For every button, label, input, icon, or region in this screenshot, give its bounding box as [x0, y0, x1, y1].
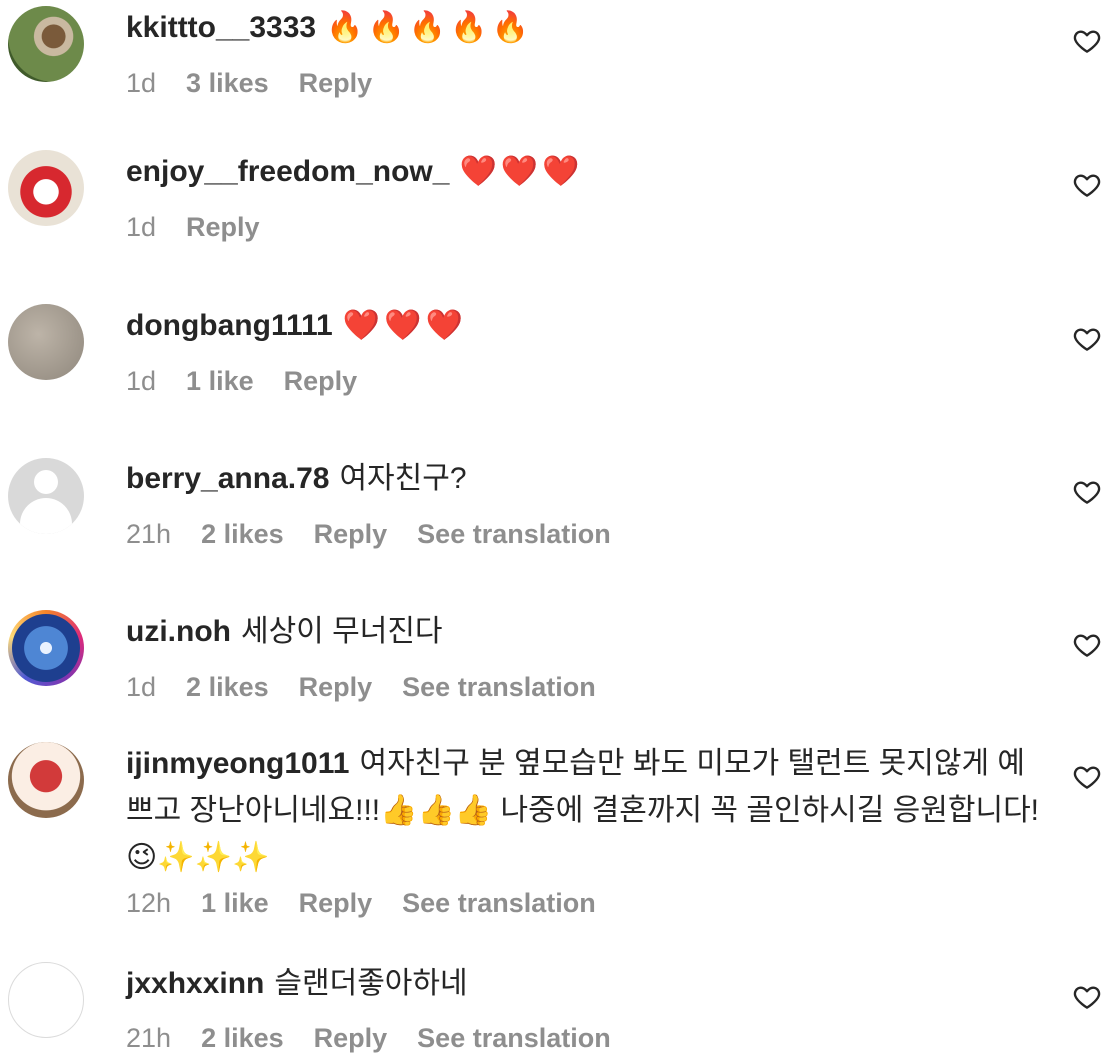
timestamp: 1d — [126, 672, 157, 702]
avatar[interactable] — [8, 304, 84, 380]
comment-text: 세상이 무너진다 — [240, 615, 443, 648]
comment-meta: 21h 2 likes Reply See translation — [126, 1023, 611, 1054]
username[interactable]: dongbang1111 — [126, 309, 333, 342]
comment-emoji: 🔥🔥🔥🔥🔥 — [326, 10, 533, 45]
reply-button[interactable]: Reply — [314, 1023, 388, 1054]
comment-meta: 1d 1 like Reply — [126, 366, 357, 397]
comment-body: dongbang1111 ❤️❤️❤️ — [126, 302, 1046, 349]
reply-button[interactable]: Reply — [186, 212, 260, 243]
comment-text: 여자친구? — [339, 462, 467, 495]
likes-count[interactable]: 1 like — [201, 888, 269, 919]
see-translation-button[interactable]: See translation — [417, 1023, 611, 1054]
timestamp: 12h — [126, 888, 172, 918]
reply-button[interactable]: Reply — [299, 888, 373, 919]
comment-body: berry_anna.78 여자친구? — [126, 455, 1046, 502]
comment-body: jxxhxxinn 슬랜더좋아하네 — [126, 960, 1046, 1007]
timestamp: 1d — [126, 366, 157, 396]
avatar[interactable] — [8, 6, 84, 82]
reply-button[interactable]: Reply — [314, 519, 388, 550]
username[interactable]: enjoy__freedom_now_ — [126, 155, 449, 188]
like-heart-icon[interactable] — [1072, 762, 1102, 792]
comment-body: enjoy__freedom_now_ ❤️❤️❤️ — [126, 148, 1046, 195]
comment-text: 슬랜더좋아하네 — [274, 967, 468, 1000]
like-heart-icon[interactable] — [1072, 630, 1102, 660]
likes-count[interactable]: 1 like — [186, 366, 254, 397]
avatar[interactable] — [8, 742, 84, 818]
likes-count[interactable]: 2 likes — [201, 1023, 284, 1054]
see-translation-button[interactable]: See translation — [402, 888, 596, 919]
username[interactable]: jxxhxxinn — [126, 967, 264, 1000]
timestamp: 1d — [126, 212, 157, 242]
username[interactable]: uzi.noh — [126, 615, 231, 648]
like-heart-icon[interactable] — [1072, 982, 1102, 1012]
comment-body: ijinmyeong1011 여자친구 분 옆모습만 봐도 미모가 탤런트 못지않… — [126, 740, 1046, 881]
like-heart-icon[interactable] — [1072, 477, 1102, 507]
avatar-default-icon[interactable] — [8, 458, 84, 534]
comment-meta: 1d Reply — [126, 212, 260, 243]
timestamp: 21h — [126, 1023, 172, 1053]
like-heart-icon[interactable] — [1072, 324, 1102, 354]
likes-count[interactable]: 2 likes — [186, 672, 269, 703]
like-heart-icon[interactable] — [1072, 170, 1102, 200]
reply-button[interactable]: Reply — [299, 68, 373, 99]
comment-body: kkittto__3333 🔥🔥🔥🔥🔥 — [126, 4, 1046, 51]
comment-meta: 1d 3 likes Reply — [126, 68, 372, 99]
avatar[interactable] — [8, 150, 84, 226]
comment-meta: 21h 2 likes Reply See translation — [126, 519, 611, 550]
reply-button[interactable]: Reply — [284, 366, 358, 397]
comment-body: uzi.noh 세상이 무너진다 — [126, 608, 1046, 655]
comment-meta: 12h 1 like Reply See translation — [126, 888, 596, 919]
avatar[interactable] — [8, 962, 84, 1038]
see-translation-button[interactable]: See translation — [402, 672, 596, 703]
avatar-story-ring[interactable] — [8, 610, 84, 686]
reply-button[interactable]: Reply — [299, 672, 373, 703]
like-heart-icon[interactable] — [1072, 26, 1102, 56]
likes-count[interactable]: 3 likes — [186, 68, 269, 99]
see-translation-button[interactable]: See translation — [417, 519, 611, 550]
username[interactable]: ijinmyeong1011 — [126, 747, 349, 780]
comment-emoji: ❤️❤️❤️ — [459, 154, 584, 189]
comment-meta: 1d 2 likes Reply See translation — [126, 672, 596, 703]
timestamp: 21h — [126, 519, 172, 549]
timestamp: 1d — [126, 68, 157, 98]
likes-count[interactable]: 2 likes — [201, 519, 284, 550]
username[interactable]: kkittto__3333 — [126, 11, 316, 44]
username[interactable]: berry_anna.78 — [126, 462, 329, 495]
comment-emoji: ❤️❤️❤️ — [342, 308, 467, 343]
